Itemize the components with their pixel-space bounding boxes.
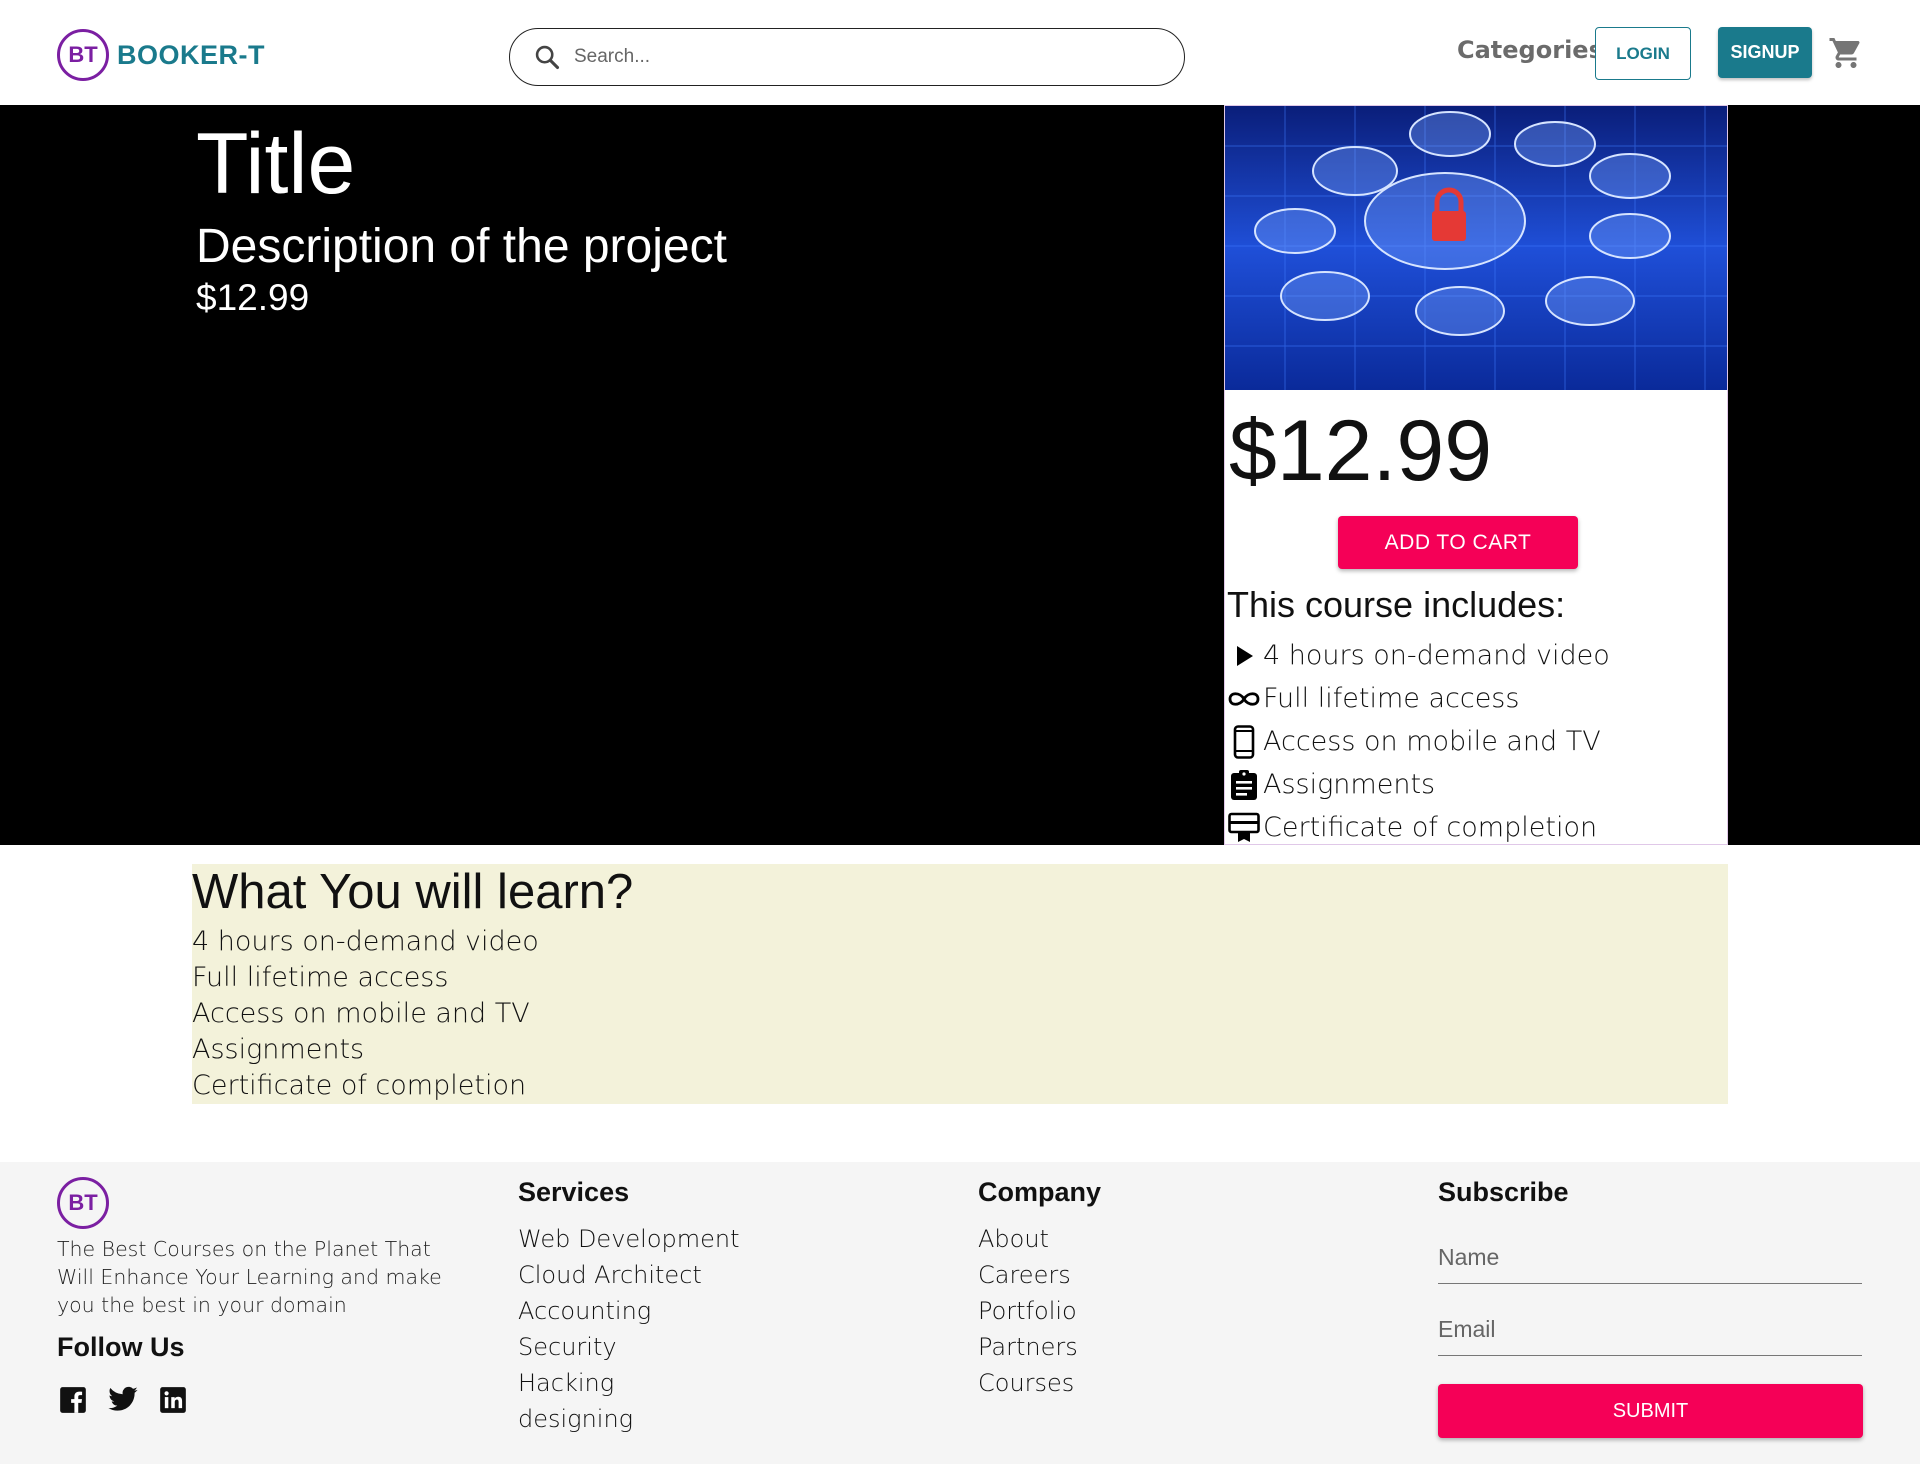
footer-about-text: The Best Courses on the Planet That Will… bbox=[57, 1237, 442, 1317]
footer-link[interactable]: Hacking bbox=[518, 1365, 740, 1401]
list-item: 4 hours on-demand video bbox=[1225, 634, 1610, 677]
list-item: Certificate of completion bbox=[192, 1070, 527, 1101]
include-label: Assignments bbox=[1263, 769, 1436, 800]
company-heading: Company bbox=[978, 1177, 1102, 1207]
course-title: Title bbox=[196, 116, 356, 212]
course-image bbox=[1225, 106, 1727, 390]
include-label: Full lifetime access bbox=[1263, 683, 1520, 714]
twitter-icon[interactable] bbox=[107, 1384, 139, 1416]
footer-link[interactable]: Web Development bbox=[518, 1221, 740, 1257]
footer-link[interactable]: Careers bbox=[978, 1257, 1101, 1293]
email-field bbox=[1438, 1310, 1862, 1356]
brand-name: BOOKER-T bbox=[117, 39, 265, 70]
footer-link[interactable]: Accounting bbox=[518, 1293, 740, 1329]
social-links bbox=[57, 1384, 189, 1416]
includes-list: 4 hours on-demand video Full lifetime ac… bbox=[1225, 634, 1610, 849]
services-heading: Services bbox=[518, 1177, 630, 1207]
name-input[interactable] bbox=[1438, 1238, 1862, 1271]
learn-section: What You will learn? 4 hours on-demand v… bbox=[192, 864, 1728, 1104]
footer-link[interactable]: Partners bbox=[978, 1329, 1101, 1365]
footer-link[interactable]: Security bbox=[518, 1329, 740, 1365]
footer-logo: BT bbox=[57, 1177, 109, 1229]
list-item: Assignments bbox=[192, 1034, 365, 1065]
linkedin-icon[interactable] bbox=[157, 1384, 189, 1416]
brand-logo[interactable]: BT BOOKER-T bbox=[57, 29, 265, 81]
footer-link[interactable]: designing bbox=[518, 1401, 740, 1437]
subscribe-column: Subscribe bbox=[1438, 1177, 1569, 1221]
mobile-icon bbox=[1225, 723, 1263, 761]
certificate-icon bbox=[1225, 809, 1263, 847]
includes-heading: This course includes: bbox=[1227, 584, 1566, 625]
learn-heading: What You will learn? bbox=[192, 865, 634, 919]
add-to-cart-button[interactable]: ADD TO CART bbox=[1338, 516, 1578, 569]
course-description: Description of the project bbox=[196, 220, 727, 273]
search-icon bbox=[532, 42, 562, 72]
top-app-bar: BT BOOKER-T Categories LOGIN SIGNUP bbox=[0, 0, 1920, 105]
facebook-icon[interactable] bbox=[57, 1384, 89, 1416]
footer-link[interactable]: Portfolio bbox=[978, 1293, 1101, 1329]
search-bar bbox=[509, 28, 1185, 86]
footer-link[interactable]: Courses bbox=[978, 1365, 1101, 1401]
services-column: Services Web Development Cloud Architect… bbox=[518, 1177, 740, 1437]
search-input[interactable] bbox=[574, 46, 1134, 68]
include-label: Access on mobile and TV bbox=[1263, 726, 1601, 757]
card-price: $12.99 bbox=[1229, 403, 1493, 499]
include-label: Certificate of completion bbox=[1263, 812, 1598, 843]
footer: BT The Best Courses on the Planet That W… bbox=[0, 1162, 1920, 1464]
list-item: 4 hours on-demand video bbox=[192, 926, 539, 957]
signup-button[interactable]: SIGNUP bbox=[1718, 27, 1812, 78]
shopping-cart-icon[interactable] bbox=[1828, 35, 1864, 71]
subscribe-heading: Subscribe bbox=[1438, 1177, 1569, 1207]
email-input[interactable] bbox=[1438, 1310, 1862, 1343]
assignment-icon bbox=[1225, 766, 1263, 804]
list-item: Full lifetime access bbox=[1225, 677, 1610, 720]
list-item: Certificate of completion bbox=[1225, 806, 1610, 849]
submit-button[interactable]: SUBMIT bbox=[1438, 1384, 1863, 1438]
company-column: Company About Careers Portfolio Partners… bbox=[978, 1177, 1101, 1401]
hero-price: $12.99 bbox=[196, 277, 310, 318]
categories-link[interactable]: Categories bbox=[1457, 36, 1603, 64]
infinity-icon bbox=[1225, 680, 1263, 718]
play-icon bbox=[1225, 637, 1263, 675]
learn-list: 4 hours on-demand video Full lifetime ac… bbox=[192, 924, 539, 1104]
logo-mark: BT bbox=[57, 29, 109, 81]
footer-link[interactable]: Cloud Architect bbox=[518, 1257, 740, 1293]
list-item: Full lifetime access bbox=[192, 962, 449, 993]
follow-us-heading: Follow Us bbox=[57, 1332, 185, 1362]
list-item: Assignments bbox=[1225, 763, 1610, 806]
include-label: 4 hours on-demand video bbox=[1263, 640, 1610, 671]
list-item: Access on mobile and TV bbox=[1225, 720, 1610, 763]
name-field bbox=[1438, 1238, 1862, 1284]
purchase-card: $12.99 ADD TO CART This course includes:… bbox=[1224, 105, 1728, 845]
login-button[interactable]: LOGIN bbox=[1595, 27, 1691, 80]
footer-link[interactable]: About bbox=[978, 1221, 1101, 1257]
list-item: Access on mobile and TV bbox=[192, 998, 530, 1029]
